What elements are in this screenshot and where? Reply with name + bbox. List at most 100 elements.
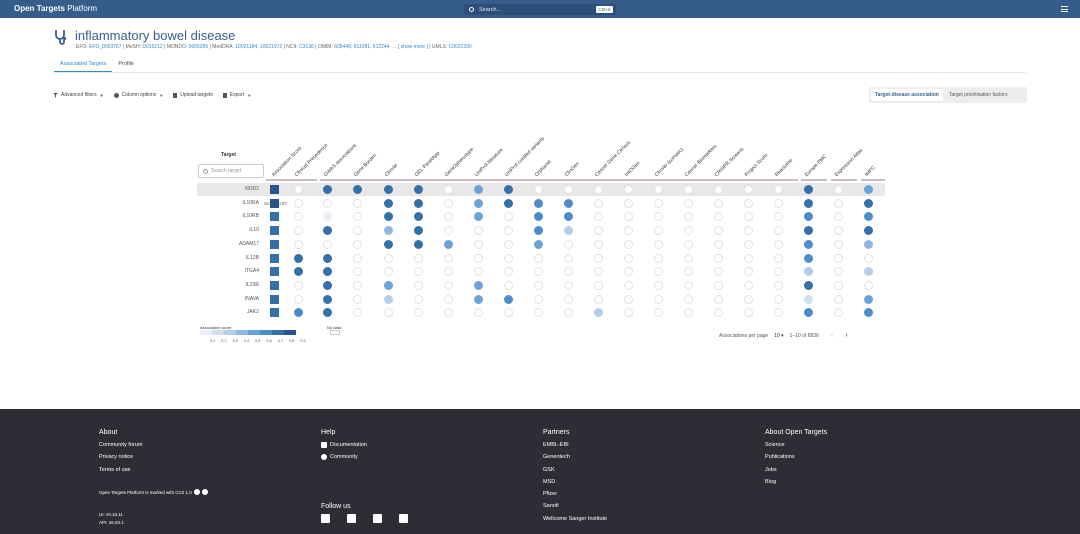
evidence-cell[interactable] [684, 185, 693, 194]
evidence-cell[interactable] [444, 239, 453, 249]
toggle-target-prioritisation[interactable]: Target prioritisation factors [945, 89, 1012, 101]
evidence-cell[interactable] [834, 267, 843, 277]
table-row[interactable]: IL10RA [197, 197, 885, 210]
evidence-cell[interactable] [534, 280, 543, 290]
evidence-cell[interactable] [834, 226, 843, 236]
evidence-cell[interactable] [564, 294, 573, 304]
evidence-cell[interactable] [774, 280, 783, 290]
evidence-cell[interactable] [504, 280, 513, 290]
youtube-icon[interactable] [373, 514, 382, 523]
evidence-cell[interactable] [323, 239, 332, 249]
evidence-cell[interactable] [654, 198, 663, 208]
evidence-cell[interactable] [714, 280, 723, 290]
evidence-cell[interactable] [744, 212, 753, 222]
association-score-cell[interactable] [270, 185, 279, 194]
xref-link[interactable]: C3138 [299, 44, 314, 50]
evidence-cell[interactable] [714, 267, 723, 277]
evidence-cell[interactable] [594, 253, 603, 263]
evidence-cell[interactable] [294, 253, 303, 263]
evidence-cell[interactable] [474, 239, 483, 249]
evidence-cell[interactable] [414, 212, 423, 222]
evidence-cell[interactable] [504, 212, 513, 222]
evidence-cell[interactable] [294, 280, 303, 290]
association-score-cell[interactable] [270, 294, 279, 304]
evidence-cell[interactable] [804, 280, 813, 290]
evidence-cell[interactable] [534, 226, 543, 236]
evidence-cell[interactable] [594, 294, 603, 304]
evidence-cell[interactable] [714, 294, 723, 304]
footer-link[interactable]: Science [765, 439, 827, 451]
xref-link[interactable]: 608448, 611081, 612244, ... [334, 44, 396, 50]
upload-targets-button[interactable]: Upload targets [173, 92, 213, 98]
xref-link[interactable]: C0021390 [449, 44, 472, 50]
evidence-cell[interactable] [294, 185, 303, 194]
evidence-cell[interactable] [353, 212, 362, 222]
evidence-cell[interactable] [294, 294, 303, 304]
association-score-cell[interactable] [270, 280, 279, 290]
footer-link[interactable]: Publications [765, 451, 827, 463]
evidence-cell[interactable] [444, 185, 453, 194]
column-header[interactable]: ClinVar (somatic) [654, 147, 685, 178]
evidence-cell[interactable] [414, 294, 423, 304]
evidence-cell[interactable] [624, 294, 633, 304]
xref-link[interactable]: [ show more ] [398, 44, 428, 50]
evidence-cell[interactable] [414, 267, 423, 277]
evidence-cell[interactable] [534, 308, 543, 318]
evidence-cell[interactable] [834, 308, 843, 318]
evidence-cell[interactable] [384, 198, 393, 208]
evidence-cell[interactable] [353, 185, 362, 194]
evidence-cell[interactable] [564, 185, 573, 194]
evidence-cell[interactable] [384, 280, 393, 290]
evidence-cell[interactable] [444, 280, 453, 290]
evidence-cell[interactable] [414, 253, 423, 263]
evidence-cell[interactable] [564, 226, 573, 236]
evidence-cell[interactable] [624, 239, 633, 249]
column-header[interactable]: ClinVar [384, 162, 400, 178]
linkedin-icon[interactable] [347, 514, 356, 523]
table-row[interactable]: ADAM17 [197, 238, 885, 251]
evidence-cell[interactable] [534, 185, 543, 194]
evidence-cell[interactable] [594, 198, 603, 208]
target-name[interactable]: NOD2 [197, 186, 259, 192]
evidence-cell[interactable] [504, 253, 513, 263]
association-score-cell[interactable] [270, 212, 279, 222]
footer-link[interactable]: Community forum [99, 439, 142, 451]
evidence-cell[interactable] [444, 308, 453, 318]
evidence-cell[interactable] [684, 294, 693, 304]
evidence-cell[interactable] [864, 267, 873, 277]
column-header[interactable]: Expression Atlas [834, 148, 864, 178]
prev-page-icon[interactable]: ‹ [831, 332, 833, 339]
evidence-cell[interactable] [624, 280, 633, 290]
evidence-cell[interactable] [654, 294, 663, 304]
evidence-cell[interactable] [474, 294, 483, 304]
evidence-cell[interactable] [323, 212, 332, 222]
target-search-input[interactable]: Search target [198, 164, 264, 178]
evidence-cell[interactable] [384, 294, 393, 304]
evidence-cell[interactable] [353, 308, 362, 318]
evidence-cell[interactable] [353, 267, 362, 277]
footer-link[interactable]: Terms of use [99, 464, 142, 476]
evidence-cell[interactable] [834, 239, 843, 249]
evidence-cell[interactable] [834, 294, 843, 304]
evidence-cell[interactable] [294, 239, 303, 249]
evidence-cell[interactable] [864, 253, 873, 263]
footer-link[interactable]: Blog [765, 476, 827, 488]
evidence-cell[interactable] [804, 239, 813, 249]
column-header[interactable]: ClinGen [564, 161, 581, 178]
table-row[interactable]: INAVA [197, 293, 885, 306]
evidence-cell[interactable] [504, 198, 513, 208]
footer-link-community[interactable]: Community [321, 451, 367, 463]
cc-icon[interactable] [193, 489, 200, 495]
evidence-cell[interactable] [504, 294, 513, 304]
evidence-cell[interactable] [474, 185, 483, 194]
target-name[interactable]: IL23R [197, 282, 259, 288]
evidence-cell[interactable] [684, 280, 693, 290]
xref-link[interactable]: 0005265 [189, 44, 208, 50]
footer-link-partner[interactable]: GSK [543, 464, 607, 476]
evidence-cell[interactable] [323, 280, 332, 290]
evidence-cell[interactable] [594, 280, 603, 290]
evidence-cell[interactable] [294, 212, 303, 222]
evidence-cell[interactable] [534, 198, 543, 208]
evidence-cell[interactable] [353, 294, 362, 304]
evidence-cell[interactable] [474, 253, 483, 263]
